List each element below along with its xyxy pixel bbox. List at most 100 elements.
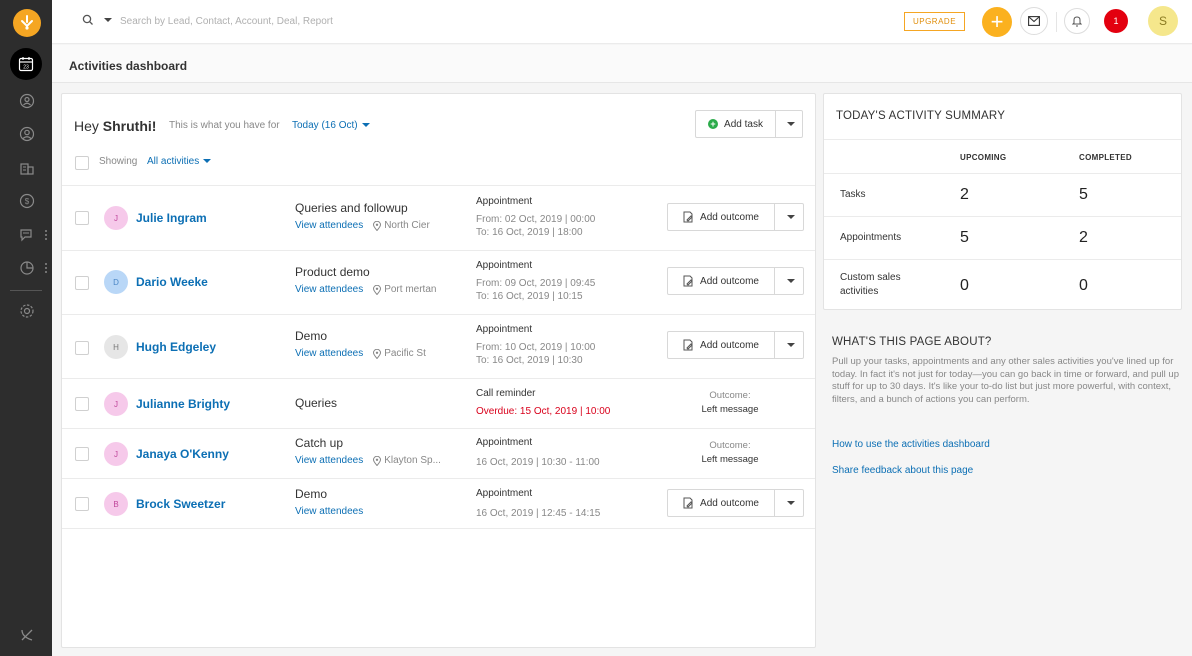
search-scope-selector[interactable] [82, 14, 112, 26]
notification-count-badge[interactable]: 1 [1104, 9, 1128, 33]
contact-name-link[interactable]: Julie Ingram [136, 211, 207, 225]
completed-column-header: COMPLETED [1079, 153, 1132, 162]
outcome-dropdown-toggle[interactable] [775, 490, 803, 516]
activity-time-from: From: 02 Oct, 2019 | 00:00 [476, 214, 596, 225]
upgrade-button[interactable]: UPGRADE [904, 12, 965, 31]
search-input[interactable] [120, 11, 520, 31]
summary-row-tasks: Tasks 2 5 [824, 173, 1181, 216]
upcoming-count[interactable]: 5 [960, 229, 969, 247]
location-text: Pacific St [384, 348, 426, 359]
row-checkbox[interactable] [75, 341, 89, 355]
sidebar-item-deals[interactable]: $ [18, 192, 36, 210]
user-avatar[interactable]: S [1148, 6, 1178, 36]
select-all-checkbox[interactable] [75, 156, 89, 170]
view-attendees-link[interactable]: View attendees [295, 220, 363, 231]
sidebar-item-accounts[interactable] [18, 159, 36, 177]
activity-time-from: From: 09 Oct, 2019 | 09:45 [476, 278, 596, 289]
row-checkbox[interactable] [75, 211, 89, 225]
activity-time-to: To: 16 Oct, 2019 | 18:00 [476, 227, 583, 238]
chat-icon [20, 229, 32, 242]
about-description: Pull up your tasks, appointments and any… [832, 356, 1179, 405]
contact-name-link[interactable]: Hugh Edgeley [136, 340, 216, 354]
activity-row[interactable]: J Julie Ingram Queries and followup View… [62, 185, 815, 250]
sidebar-item-chat[interactable] [18, 226, 36, 244]
row-checkbox[interactable] [75, 397, 89, 411]
activity-title: Demo [295, 487, 328, 501]
add-outcome-label: Add outcome [700, 275, 759, 287]
activity-filter-dropdown[interactable]: All activities [147, 156, 212, 167]
top-bar: UPGRADE + 1 S [52, 0, 1192, 44]
row-checkbox[interactable] [75, 276, 89, 290]
date-filter-dropdown[interactable]: Today (16 Oct) [292, 120, 370, 131]
contact-name-link[interactable]: Brock Sweetzer [136, 497, 225, 511]
activity-summary-card: TODAY'S ACTIVITY SUMMARY UPCOMING COMPLE… [823, 93, 1182, 310]
activity-links: View attendees [295, 506, 363, 517]
outcome-dropdown-toggle[interactable] [775, 204, 803, 230]
help-link[interactable]: How to use the activities dashboard [832, 439, 990, 450]
view-attendees-link[interactable]: View attendees [295, 506, 363, 517]
activity-type: Appointment [476, 488, 533, 499]
activity-row[interactable]: H Hugh Edgeley Demo View attendees Pacif… [62, 314, 815, 378]
greeting-name: Shruthi! [102, 118, 157, 134]
sidebar-more-reports[interactable] [45, 263, 48, 273]
activity-row[interactable]: D Dario Weeke Product demo View attendee… [62, 250, 815, 314]
chevron-down-icon [787, 122, 795, 126]
activity-row[interactable]: B Brock Sweetzer Demo View attendees App… [62, 478, 815, 529]
outcome-dropdown-toggle[interactable] [775, 268, 803, 294]
view-attendees-link[interactable]: View attendees [295, 284, 363, 295]
contact-name-link[interactable]: Janaya O'Kenny [136, 447, 229, 461]
sidebar-item-contacts[interactable] [18, 125, 36, 143]
add-outcome-button[interactable]: Add outcome [668, 490, 775, 516]
document-edit-icon [683, 339, 693, 351]
add-outcome-button[interactable]: Add outcome [668, 332, 775, 358]
contact-name-link[interactable]: Dario Weeke [136, 275, 208, 289]
summary-row-custom: Custom sales activities 0 0 [824, 259, 1181, 309]
outcome-status: Outcome: Left message [667, 389, 793, 417]
activity-row[interactable]: J Julianne Brighty Queries Call reminder… [62, 378, 815, 428]
notifications-button[interactable] [1064, 8, 1090, 34]
sidebar-item-leads[interactable] [18, 92, 36, 110]
add-task-button[interactable]: + Add task [696, 111, 776, 137]
add-outcome-button[interactable]: Add outcome [668, 268, 775, 294]
add-outcome-label: Add outcome [700, 339, 759, 351]
reports-icon [20, 261, 34, 275]
activity-title: Queries and followup [295, 201, 408, 215]
chevron-down-icon [361, 123, 370, 128]
accounts-icon [20, 163, 34, 175]
outcome-status: Outcome: Left message [667, 439, 793, 467]
upcoming-count[interactable]: 2 [960, 186, 969, 204]
date-filter-label: Today (16 Oct) [292, 120, 358, 131]
sidebar-item-settings[interactable] [18, 302, 36, 320]
upcoming-count[interactable]: 0 [960, 277, 969, 295]
row-checkbox[interactable] [75, 497, 89, 511]
feedback-link[interactable]: Share feedback about this page [832, 465, 973, 476]
summary-row-label: Tasks [840, 189, 866, 200]
mail-button[interactable] [1020, 7, 1048, 35]
summary-row-appointments: Appointments 5 2 [824, 216, 1181, 259]
row-checkbox[interactable] [75, 447, 89, 461]
view-attendees-link[interactable]: View attendees [295, 455, 363, 466]
activity-filter-label: All activities [147, 156, 200, 167]
activity-row[interactable]: J Janaya O'Kenny Catch up View attendees… [62, 428, 815, 478]
activity-time: 16 Oct, 2019 | 12:45 - 14:15 [476, 508, 601, 519]
sidebar-item-reports[interactable] [18, 259, 36, 277]
add-task-dropdown-toggle[interactable] [776, 111, 802, 137]
outcome-label: Outcome: [709, 390, 751, 401]
sidebar-item-activities[interactable]: 23 [10, 48, 42, 80]
avatar: H [104, 335, 128, 359]
sidebar-item-phone[interactable] [18, 626, 36, 644]
greeting-hey: Hey [74, 118, 103, 134]
calendar-icon: 23 [18, 57, 34, 72]
app-logo[interactable] [13, 9, 41, 37]
outcome-dropdown-toggle[interactable] [775, 332, 803, 358]
completed-count[interactable]: 0 [1079, 277, 1088, 295]
sidebar-more-chat[interactable] [45, 230, 48, 240]
contact-name-link[interactable]: Julianne Brighty [136, 397, 230, 411]
add-outcome-button[interactable]: Add outcome [668, 204, 775, 230]
view-attendees-link[interactable]: View attendees [295, 348, 363, 359]
activity-type: Call reminder [476, 388, 536, 399]
logo-icon [21, 15, 33, 30]
completed-count[interactable]: 2 [1079, 229, 1088, 247]
quick-add-button[interactable]: + [982, 7, 1012, 37]
completed-count[interactable]: 5 [1079, 186, 1088, 204]
